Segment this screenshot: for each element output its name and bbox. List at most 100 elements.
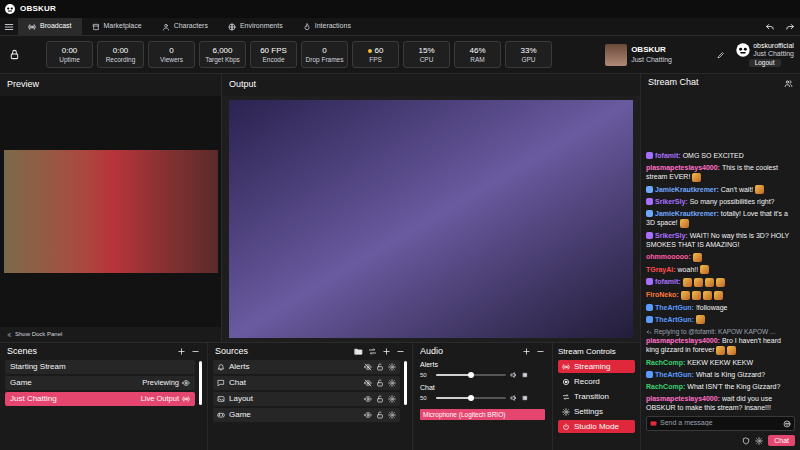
gear-icon[interactable]: [388, 379, 396, 387]
redo-icon[interactable]: [780, 22, 800, 32]
chat-user[interactable]: FiroNeko:: [646, 291, 679, 298]
show-dock-button[interactable]: Show Dock Panel: [0, 327, 221, 342]
control-button[interactable]: Transition: [558, 390, 635, 403]
main-area: PreviewShow Dock PanelOutputScenesStarti…: [0, 74, 800, 450]
speaker-icon[interactable]: [510, 394, 518, 402]
scene-item[interactable]: Just ChattingLive Output: [5, 392, 195, 406]
lock-icon[interactable]: [376, 379, 384, 387]
scrollbar[interactable]: [404, 361, 407, 405]
chat-user[interactable]: TGrayAi:: [646, 266, 676, 273]
source-label: Chat: [229, 377, 360, 389]
menu-icon[interactable]: [0, 22, 18, 32]
badge-icon: [646, 232, 653, 239]
gear-icon[interactable]: [755, 437, 763, 445]
chat-input[interactable]: [660, 418, 780, 429]
stat-label: Uptime: [59, 56, 80, 64]
plus-icon[interactable]: [177, 347, 186, 356]
message-line: FiroNeko:: [646, 290, 795, 300]
stat-label: Viewers: [160, 56, 183, 64]
nav-tab[interactable]: Marketplace: [82, 18, 152, 35]
message-line: JamieKrautkremer:Can't wait!: [646, 185, 795, 195]
chat-user[interactable]: fofamit:: [655, 152, 681, 159]
lock-icon[interactable]: [376, 395, 384, 403]
chat-user[interactable]: SrikerSly:: [655, 232, 688, 239]
control-button[interactable]: Streaming: [558, 360, 635, 373]
stat-box: 6,000Target Kbps: [199, 41, 246, 68]
control-button[interactable]: Record: [558, 375, 635, 388]
speaker-icon[interactable]: [510, 371, 518, 379]
chat-user[interactable]: SrikerSly:: [655, 198, 688, 205]
lock-icon[interactable]: [376, 411, 384, 419]
logout-button[interactable]: Logout: [749, 59, 781, 67]
nav-tab[interactable]: Environments: [218, 18, 293, 35]
minus-icon[interactable]: [396, 347, 405, 356]
message-line: RachComp:KEKW KEKW KEKW: [646, 358, 795, 367]
scene-item[interactable]: Starting Stream: [5, 360, 195, 374]
emote: [714, 291, 723, 300]
chat-user[interactable]: RachComp:: [646, 383, 685, 390]
reply-row: Replying to @fofamit: KAPOW KAPOW ...: [646, 327, 795, 336]
plus-icon[interactable]: [522, 347, 531, 356]
audio-channel: Alerts50: [420, 360, 545, 380]
lock-icon[interactable]: [376, 363, 384, 371]
gear-icon[interactable]: [388, 395, 396, 403]
panel-actions: [177, 347, 200, 356]
stat-value: 33%: [520, 46, 536, 56]
chat-user[interactable]: TheArtGun:: [655, 304, 694, 311]
power-icon: [562, 423, 570, 431]
chat-user[interactable]: JamieKrautkremer:: [655, 186, 719, 193]
source-item[interactable]: Chat: [213, 376, 400, 390]
chat-user[interactable]: RachComp:: [646, 359, 685, 366]
source-item[interactable]: Layout: [213, 392, 400, 406]
shield-icon[interactable]: [742, 437, 750, 445]
eye-off-icon[interactable]: [364, 363, 372, 371]
volume-knob[interactable]: [468, 395, 474, 401]
control-button[interactable]: Settings: [558, 405, 635, 418]
chat-text: What is King Gizzard?: [696, 371, 765, 378]
chat-user[interactable]: fofamit:: [655, 278, 681, 285]
control-button[interactable]: Studio Mode: [558, 420, 635, 433]
stat-value-row: 0: [322, 46, 326, 56]
minus-icon[interactable]: [191, 347, 200, 356]
eye-icon[interactable]: [364, 411, 372, 419]
nav-tab[interactable]: Broadcast: [18, 18, 82, 35]
nav-tab[interactable]: Characters: [152, 18, 218, 35]
emote: [700, 265, 709, 274]
badge-icon: [646, 278, 653, 285]
scene-item[interactable]: GamePreviewing: [5, 376, 195, 390]
scene-label: Just Chatting: [10, 393, 57, 405]
source-item[interactable]: Alerts: [213, 360, 400, 374]
scrollbar[interactable]: [199, 361, 202, 405]
nav-tab[interactable]: Interactions: [293, 18, 361, 35]
undo-icon[interactable]: [760, 22, 780, 32]
volume-slider[interactable]: [436, 397, 506, 399]
volume-slider[interactable]: [436, 374, 506, 376]
microphone-device[interactable]: Microphone (Logitech BRIO): [420, 409, 545, 420]
plus-icon[interactable]: [382, 347, 391, 356]
lock-icon[interactable]: [9, 49, 20, 60]
pencil-icon[interactable]: [717, 51, 725, 59]
gear-icon[interactable]: [388, 411, 396, 419]
emoji-icon[interactable]: [783, 420, 791, 428]
eye-off-icon[interactable]: [364, 379, 372, 387]
badge-icon: [646, 198, 653, 205]
people-icon[interactable]: [784, 79, 793, 88]
output-panel: Output: [222, 74, 640, 342]
chat-user[interactable]: plasmapeteslays4000:: [646, 164, 720, 171]
swap-icon[interactable]: [368, 347, 377, 356]
chat-user[interactable]: plasmapeteslays4000:: [646, 395, 720, 402]
message-line: fofamit:: [646, 277, 795, 287]
chat-user[interactable]: TheArtGun:: [655, 316, 694, 323]
chat-send-button[interactable]: Chat: [768, 435, 795, 446]
chat-user[interactable]: JamieKrautkremer:: [655, 210, 719, 217]
eye-icon[interactable]: [364, 395, 372, 403]
volume-knob[interactable]: [468, 372, 474, 378]
chat-user[interactable]: ohmmooooo:: [646, 253, 691, 260]
folder-icon[interactable]: [354, 347, 363, 356]
sources-panel: SourcesAlertsChatLayoutGame: [208, 343, 413, 450]
minus-icon[interactable]: [536, 347, 545, 356]
chat-user[interactable]: TheArtGun:: [655, 371, 694, 378]
gear-icon[interactable]: [388, 363, 396, 371]
chat-user[interactable]: plasmapeteslays4000:: [646, 337, 720, 344]
source-item[interactable]: Game: [213, 408, 400, 422]
